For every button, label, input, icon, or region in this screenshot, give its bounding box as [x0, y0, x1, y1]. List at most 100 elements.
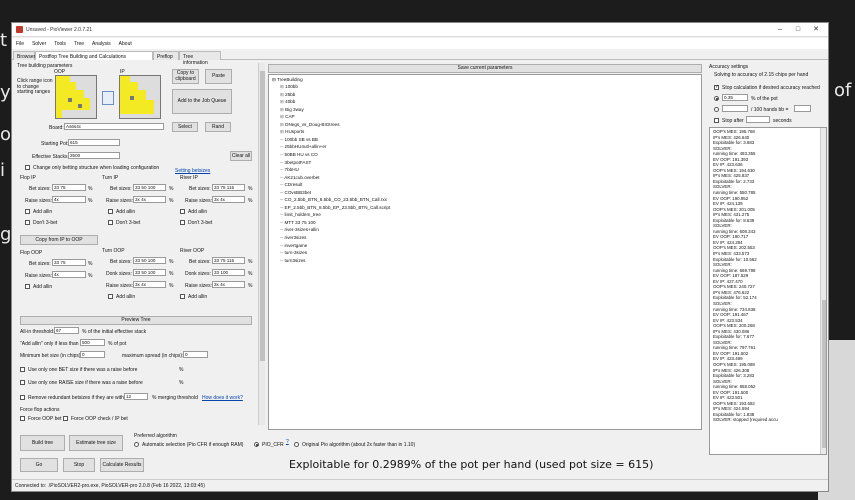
tree-item[interactable]: ⊞ CAP [280, 114, 295, 120]
calculate-results-button[interactable]: Calculate Results [100, 458, 144, 472]
tree-item[interactable]: ─ river-3sizes+allin [280, 227, 319, 232]
turn-ip-bet-input[interactable]: 33 50 100 [133, 184, 166, 191]
tree-item[interactable]: ⊞ 40bb [280, 99, 295, 105]
one-raise-checkbox[interactable] [20, 380, 25, 385]
max-spread-input[interactable]: 0 [183, 351, 208, 358]
stop-calc-checkbox[interactable]: ✓ [714, 84, 719, 90]
algorithm-auto-radio[interactable] [134, 442, 139, 447]
clear-all-button[interactable]: Clear all [230, 151, 252, 161]
tree-item[interactable]: ─ COvsBB3bet [280, 190, 311, 195]
rand-board-button[interactable]: Rand [205, 122, 231, 132]
river-ip-dont3bet-checkbox[interactable] [180, 220, 185, 225]
turn-ip-raise-input[interactable]: 3x 4x [133, 196, 166, 203]
log-scroll-thumb[interactable] [822, 300, 826, 448]
river-ip-add-allin-checkbox[interactable] [180, 209, 185, 214]
turn-oop-add-allin-checkbox[interactable] [108, 294, 113, 299]
menu-file[interactable]: File [12, 38, 28, 47]
tree-item[interactable]: ⊞ Big 3way [280, 107, 304, 113]
tab-browser[interactable]: Browser [13, 51, 35, 60]
tree-item[interactable]: ─ CDresult [280, 182, 302, 187]
build-tree-button[interactable]: Build tree [20, 435, 65, 451]
maximize-icon[interactable]: □ [790, 25, 806, 35]
tree-item[interactable]: ⊞ 100bb [280, 84, 298, 90]
force-oop-bet-checkbox[interactable] [20, 416, 25, 421]
flop-ip-raise-input[interactable]: 4x [52, 196, 86, 203]
left-panel-scrollbar[interactable] [258, 63, 265, 425]
change-only-checkbox[interactable] [25, 165, 30, 170]
tree-item[interactable]: ⊞ DNegs_vs_Doug-BIGtrees [280, 122, 340, 128]
flop-ip-add-allin-checkbox[interactable] [25, 209, 30, 214]
tree-root[interactable]: ⊟ TreeBuilding [272, 77, 303, 83]
tree-item[interactable]: ⊞ 25bb [280, 92, 295, 98]
force-oop-check-checkbox[interactable] [63, 416, 68, 421]
tree-item[interactable]: ─ AK21cub.overbet [280, 175, 320, 180]
river-oop-raise-input[interactable]: 3x 4x [212, 281, 245, 288]
tree-item[interactable]: ─ invertgame [280, 243, 307, 248]
oop-range-icon[interactable] [55, 75, 97, 119]
preview-tree-button[interactable]: Preview Tree [20, 316, 252, 325]
accuracy-chips-radio[interactable] [714, 107, 719, 112]
copy-ip-to-oop-button[interactable]: Copy from IP to OOP [20, 235, 98, 245]
copy-to-clipboard-button[interactable]: Copy to clipboard [172, 69, 199, 84]
remove-redundant-checkbox[interactable] [20, 395, 25, 400]
allin-threshold-input[interactable]: 67 [54, 327, 79, 334]
menu-solver[interactable]: Solver [28, 38, 50, 47]
accuracy-pct-input[interactable]: 0.35 [722, 94, 748, 101]
stop-button[interactable]: Stop [63, 458, 95, 472]
minimize-icon[interactable]: – [772, 25, 788, 35]
tree-item[interactable]: ─ turn-3sizes [280, 250, 307, 255]
river-ip-raise-input[interactable]: 3x 4x [212, 196, 245, 203]
go-button[interactable]: Go [20, 458, 58, 472]
flop-oop-bet-input[interactable]: 33 75 [52, 259, 86, 266]
tree-item[interactable]: ─ 100bb SB vs BB [280, 137, 318, 142]
tree-item[interactable]: ─ river3sizes [280, 235, 306, 240]
tab-postflop[interactable]: Postflop Tree Building and Calculations [35, 51, 153, 60]
tab-tree-information[interactable]: Tree information [179, 51, 221, 66]
add-allin-only-input[interactable]: 500 [80, 339, 105, 346]
stop-after-input[interactable] [746, 116, 770, 123]
effective-stacks-input[interactable]: 3500 [68, 152, 120, 159]
paste-button[interactable]: Paste [205, 69, 232, 84]
tree-item[interactable]: ─ MTT 33 75 100 [280, 220, 316, 225]
setting-betsizes-link[interactable]: Setting betsizes [175, 168, 210, 174]
accuracy-bb-input[interactable] [794, 105, 811, 112]
close-icon[interactable]: ✕ [808, 25, 824, 35]
tree-item[interactable]: ─ EP_2.5bb_BTN_8.5bb_EP_23.5bb_BTN_Call.… [280, 205, 390, 210]
tree-item[interactable]: ─ 50BB HU vs CO [280, 152, 318, 157]
flop-ip-bet-input[interactable]: 33 75 [52, 184, 86, 191]
add-to-queue-button[interactable]: Add to the Job Queue [172, 89, 232, 114]
board-input[interactable]: As6s4c [64, 123, 164, 130]
starting-pot-input[interactable]: 615 [68, 139, 120, 146]
tree-item[interactable]: ─ 25bbHU4utl+allin+er [280, 144, 326, 149]
flop-oop-add-allin-checkbox[interactable] [25, 284, 30, 289]
accuracy-chips-input[interactable] [722, 105, 748, 112]
menu-analysis[interactable]: Analysis [88, 38, 115, 47]
one-bet-checkbox[interactable] [20, 367, 25, 372]
tree-item[interactable]: ─ turn3sizes [280, 258, 305, 263]
flop-oop-raise-input[interactable]: 4x [52, 271, 86, 278]
river-oop-bet-input[interactable]: 33 75 115 [212, 257, 245, 264]
river-oop-donk-input[interactable]: 33 100 [212, 269, 245, 276]
tree-item[interactable]: ─ CO_2.5bb_BTN_8.5bb_CO_23.5bb_BTN_Call.… [280, 197, 387, 202]
turn-ip-add-allin-checkbox[interactable] [108, 209, 113, 214]
tree-item[interactable]: ⊞ HUsports [280, 129, 304, 135]
flop-ip-dont3bet-checkbox[interactable] [25, 220, 30, 225]
stop-after-checkbox[interactable] [714, 118, 719, 123]
river-ip-bet-input[interactable]: 33 75 115 [212, 184, 245, 191]
algorithm-pio-cfr-radio[interactable] [254, 442, 259, 447]
tree-item[interactable]: ─ 3betpotFAST [280, 160, 311, 165]
accuracy-pct-radio[interactable] [714, 96, 719, 101]
estimate-tree-size-button[interactable]: Estimate tree size [69, 435, 123, 451]
swap-ranges-icon[interactable] [102, 91, 114, 105]
how-does-it-work-link[interactable]: How does it work? [202, 395, 243, 401]
turn-oop-donk-input[interactable]: 33 50 100 [133, 269, 166, 276]
log-scrollbar[interactable] [820, 128, 826, 454]
ip-range-icon[interactable] [119, 75, 161, 119]
turn-oop-bet-input[interactable]: 33 50 100 [133, 257, 166, 264]
left-scroll-thumb[interactable] [260, 71, 265, 361]
turn-oop-raise-input[interactable]: 3x 4x [133, 281, 166, 288]
min-bet-input[interactable]: 0 [80, 351, 105, 358]
select-board-button[interactable]: Select [172, 122, 198, 132]
turn-ip-dont3bet-checkbox[interactable] [108, 220, 113, 225]
menu-tools[interactable]: Tools [50, 38, 70, 47]
